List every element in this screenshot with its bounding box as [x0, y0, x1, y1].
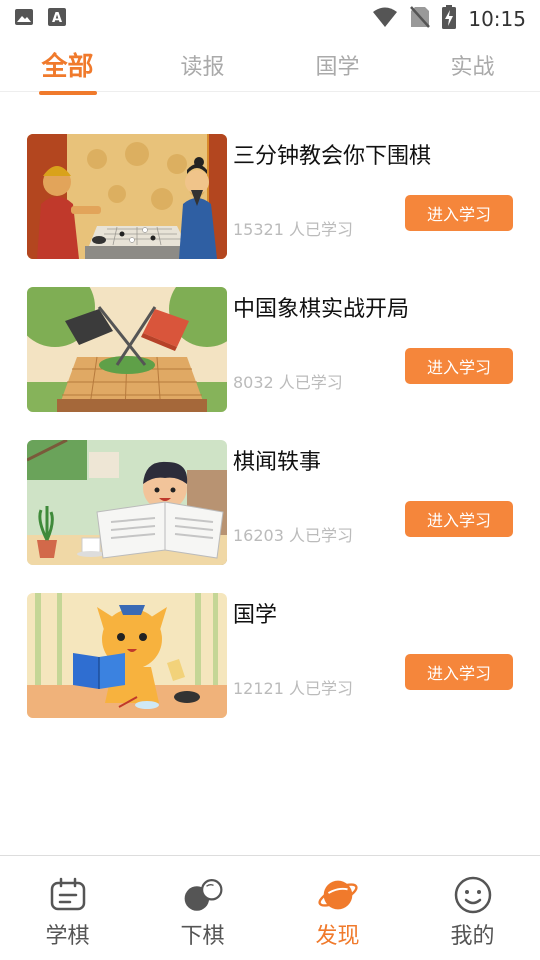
image-icon — [14, 7, 34, 31]
font-icon: A — [48, 7, 66, 31]
smiley-face-icon[interactable] — [452, 874, 494, 916]
course-title[interactable]: 棋闻轶事 — [233, 444, 321, 476]
status-left: A — [14, 7, 66, 31]
learner-count: 8032 人已学习 — [233, 373, 343, 392]
nav-label: 我的 — [450, 924, 495, 949]
no-sim-icon — [410, 6, 431, 32]
nav-label: 下棋 — [180, 924, 225, 949]
svg-text:A: A — [52, 11, 62, 26]
nav-play-chess[interactable]: 下棋 — [135, 856, 270, 960]
calendar-board-icon[interactable] — [47, 874, 89, 916]
tab-active-indicator — [38, 91, 97, 95]
cat-reading-book-illustration[interactable] — [27, 593, 227, 718]
nav-profile[interactable]: 我的 — [405, 856, 540, 960]
wifi-icon — [372, 6, 398, 32]
course-title[interactable]: 中国象棋实战开局 — [233, 291, 409, 323]
course-card-xiangqi[interactable]: 中国象棋实战开局 8032 人已学习 进入学习 — [27, 287, 517, 412]
bottom-navigation: 学棋 下棋 发现 我的 — [0, 855, 540, 960]
tab-label: 国学 — [315, 54, 360, 80]
go-game-illustration[interactable] — [27, 134, 227, 259]
enter-study-button[interactable]: 进入学习 — [405, 501, 513, 537]
tab-all[interactable]: 全部 — [0, 38, 135, 95]
go-stones-icon[interactable] — [182, 874, 224, 916]
nav-discover[interactable]: 发现 — [270, 856, 405, 960]
tab-newspaper[interactable]: 读报 — [135, 38, 270, 91]
enter-study-button[interactable]: 进入学习 — [405, 195, 513, 231]
course-card-guoxue[interactable]: 国学 12121 人已学习 进入学习 — [27, 593, 517, 718]
learner-count: 16203 人已学习 — [233, 526, 353, 545]
nav-label: 学棋 — [45, 924, 90, 949]
chinese-chess-flags-illustration[interactable] — [27, 287, 227, 412]
status-bar: A 10:15 — [0, 0, 540, 38]
boy-reading-newspaper-illustration[interactable] — [27, 440, 227, 565]
nav-learn-chess[interactable]: 学棋 — [0, 856, 135, 960]
learner-count: 12121 人已学习 — [233, 679, 353, 698]
tab-label: 全部 — [41, 52, 94, 82]
status-right: 10:15 — [372, 5, 526, 33]
tab-label: 实战 — [450, 54, 495, 80]
enter-study-button[interactable]: 进入学习 — [405, 654, 513, 690]
course-card-go[interactable]: 三分钟教会你下围棋 15321 人已学习 进入学习 — [27, 134, 517, 259]
category-tabs: 全部 读报 国学 实战 — [0, 38, 540, 95]
enter-study-button[interactable]: 进入学习 — [405, 348, 513, 384]
battery-charging-icon — [442, 5, 457, 33]
planet-icon[interactable] — [317, 874, 359, 916]
tab-practice[interactable]: 实战 — [405, 38, 540, 91]
tab-classics[interactable]: 国学 — [270, 38, 405, 91]
tab-label: 读报 — [180, 54, 225, 80]
learner-count: 15321 人已学习 — [233, 220, 353, 239]
nav-label: 发现 — [315, 924, 360, 949]
course-title[interactable]: 国学 — [233, 597, 277, 629]
course-card-chess-stories[interactable]: 棋闻轶事 16203 人已学习 进入学习 — [27, 440, 517, 565]
course-title[interactable]: 三分钟教会你下围棋 — [233, 138, 431, 170]
status-time: 10:15 — [468, 7, 526, 31]
